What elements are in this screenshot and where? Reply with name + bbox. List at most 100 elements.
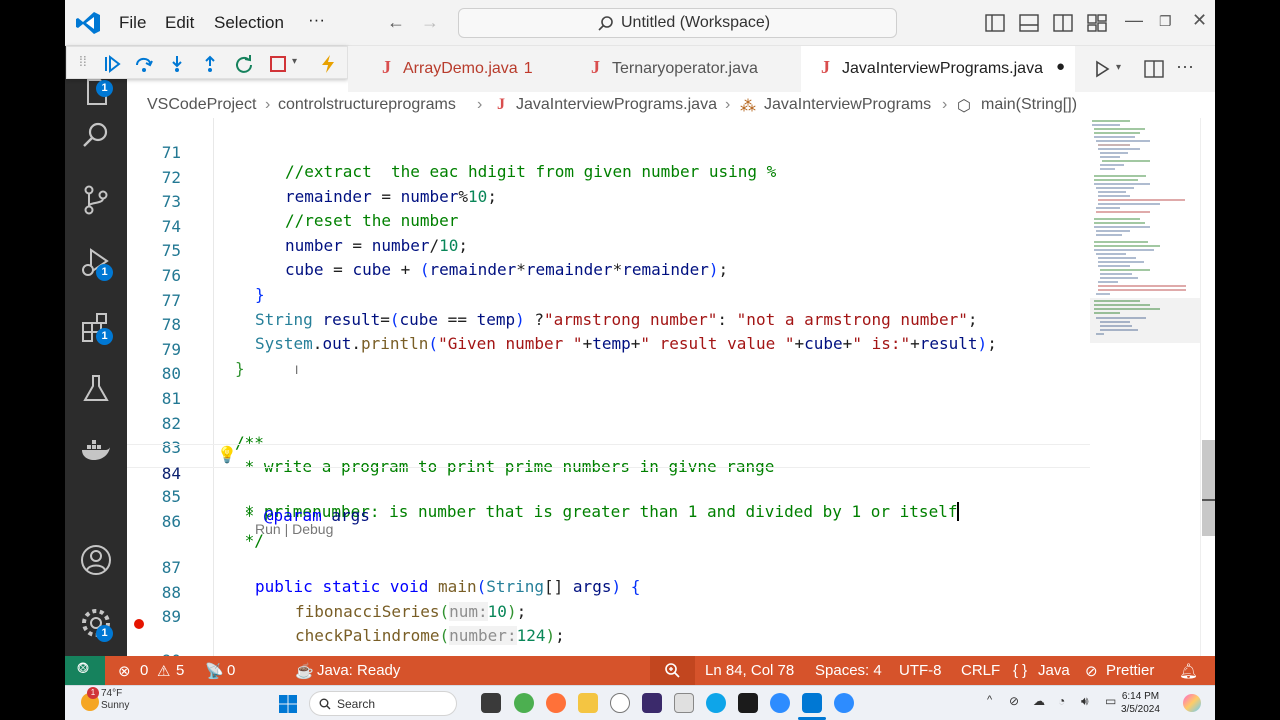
split-editor-icon[interactable] <box>1144 59 1164 79</box>
run-java-icon[interactable] <box>1093 60 1111 78</box>
error-icon[interactable]: ⊗ <box>118 662 131 680</box>
command-center-search[interactable]: Untitled (Workspace) <box>458 8 897 38</box>
code-line: 86 */ <box>161 512 264 550</box>
restart-icon[interactable] <box>234 54 254 74</box>
file-explorer-icon[interactable] <box>578 693 598 713</box>
battery-icon[interactable]: ▭ <box>1105 694 1116 708</box>
java-status[interactable]: Java: Ready <box>317 662 400 679</box>
breakpoint-icon[interactable] <box>134 618 144 629</box>
breadcrumb-item[interactable]: controlstructureprograms <box>278 96 456 114</box>
app-icon[interactable] <box>642 693 662 713</box>
minimap[interactable] <box>1090 118 1200 656</box>
continue-icon[interactable] <box>102 54 122 74</box>
menu-more[interactable]: ··· <box>308 10 325 30</box>
vscode-taskbar-icon[interactable] <box>802 693 822 713</box>
encoding[interactable]: UTF-8 <box>899 662 942 679</box>
indentation[interactable]: Spaces: 4 <box>815 662 882 679</box>
dell-icon[interactable] <box>610 693 630 713</box>
menu-edit[interactable]: Edit <box>165 13 194 33</box>
warning-icon[interactable]: ⚠ <box>157 662 170 680</box>
weather-widget[interactable]: 74°F Sunny <box>101 688 129 712</box>
windows-start-icon[interactable] <box>278 694 298 714</box>
code-line: 81 <box>161 389 181 408</box>
back-arrow-icon[interactable]: ← <box>387 12 405 32</box>
step-out-icon[interactable] <box>200 54 220 74</box>
stop-icon[interactable] <box>268 54 288 74</box>
code-line: 78 System.out.println("Given number "+te… <box>161 315 997 354</box>
ports-count[interactable]: 0 <box>227 662 235 679</box>
tab-javainterviewprograms[interactable]: J JavaInterviewPrograms.java ● <box>801 46 1075 92</box>
tray-icon[interactable]: ☁ <box>1033 694 1045 708</box>
menu-file[interactable]: File <box>119 13 146 33</box>
remote-indicator[interactable]: ⨷ <box>65 656 105 685</box>
cursor-position[interactable]: Ln 84, Col 78 <box>705 662 794 679</box>
forward-arrow-icon[interactable]: → <box>421 12 439 32</box>
volume-icon[interactable]: 🔊︎ <box>1081 694 1089 709</box>
code-line: 88 fibonacciSeries(num:10); <box>161 582 527 621</box>
hot-code-replace-icon[interactable] <box>318 54 338 74</box>
search-icon[interactable] <box>79 119 113 153</box>
scrollbar-thumb[interactable] <box>1202 440 1215 536</box>
letterbox-left <box>0 0 65 720</box>
codelens-run-debug[interactable]: Run | Debug <box>255 521 333 537</box>
prettier-status[interactable]: Prettier <box>1106 662 1154 679</box>
toggle-sidebar-icon[interactable] <box>985 13 1005 33</box>
code-line: 71 //extract the eac hdigit from given n… <box>161 143 777 181</box>
step-over-icon[interactable] <box>134 54 154 74</box>
problem-count: 1 <box>523 60 533 77</box>
code-line: 91 } <box>127 637 1090 656</box>
tab-label: JavaInterviewPrograms.java <box>842 60 1043 77</box>
zoom-app-icon[interactable] <box>834 693 854 713</box>
customize-layout-icon[interactable] <box>1087 13 1107 33</box>
app-icon[interactable] <box>674 693 694 713</box>
unsaved-dot-icon[interactable]: ● <box>1056 58 1065 75</box>
toggle-secondary-sidebar-icon[interactable] <box>1053 13 1073 33</box>
source-control-icon[interactable] <box>79 183 113 217</box>
accounts-icon[interactable] <box>79 543 113 577</box>
edge-icon[interactable] <box>706 693 726 713</box>
toggle-panel-icon[interactable] <box>1019 13 1039 33</box>
zoom-app-icon[interactable] <box>770 693 790 713</box>
more-actions-icon[interactable]: ··· <box>1176 56 1194 77</box>
editor-scrollbar[interactable] <box>1200 118 1215 656</box>
language-mode[interactable]: Java <box>1038 662 1070 679</box>
chrome-icon[interactable] <box>514 693 534 713</box>
chevron-down-icon[interactable]: ▾ <box>292 56 297 67</box>
close-icon[interactable]: ✕ <box>1192 10 1207 30</box>
zoom-indicator[interactable] <box>650 656 695 685</box>
settings-badge: 1 <box>96 625 113 642</box>
breadcrumb-item[interactable]: VSCodeProject <box>147 96 256 114</box>
notifications-bell-icon[interactable]: 🔔︎ <box>1179 662 1198 680</box>
testing-flask-icon[interactable] <box>79 372 113 406</box>
breadcrumb-item[interactable]: JavaInterviewPrograms <box>764 96 931 114</box>
lightbulb-icon[interactable]: 💡 <box>217 445 237 464</box>
code-editor[interactable]: 71 //extract the eac hdigit from given n… <box>127 118 1090 656</box>
taskbar-search[interactable]: Search <box>309 691 457 716</box>
chevron-up-icon[interactable]: ^ <box>987 694 992 706</box>
tray-icon[interactable]: ⊘ <box>1009 694 1019 708</box>
breadcrumb-item[interactable]: JavaInterviewPrograms.java <box>516 96 717 114</box>
menu-selection[interactable]: Selection <box>214 13 284 33</box>
app-icon[interactable] <box>738 693 758 713</box>
wifi-icon[interactable]: ◔ <box>1058 694 1065 708</box>
code-line: 87 public static void main(String[] args… <box>161 558 641 596</box>
step-into-icon[interactable] <box>167 54 187 74</box>
firefox-icon[interactable] <box>546 693 566 713</box>
docker-icon[interactable] <box>79 434 113 468</box>
tab-ternaryoperator[interactable]: J Ternaryoperator.java <box>562 46 801 92</box>
breadcrumb-item[interactable]: main(String[]) <box>981 96 1077 114</box>
ports-icon[interactable]: 📡 <box>205 662 224 680</box>
tab-arraydemo[interactable]: J ArrayDemo.java 1 <box>348 46 562 92</box>
copilot-icon[interactable] <box>1183 694 1201 712</box>
activity-bar: 1 1 1 1 <box>65 46 127 656</box>
minimize-icon[interactable]: — <box>1125 10 1143 30</box>
drag-handle-icon[interactable]: ⁞⁞ <box>79 53 87 69</box>
clock-time: 6:14 PM <box>1121 691 1160 702</box>
error-count[interactable]: 0 <box>140 662 148 679</box>
restore-icon[interactable]: ❐ <box>1159 11 1172 31</box>
warning-count[interactable]: 5 <box>176 662 184 679</box>
task-view-icon[interactable] <box>481 693 501 713</box>
system-clock[interactable]: 6:14 PM 3/5/2024 <box>1121 690 1160 716</box>
line-ending[interactable]: CRLF <box>961 662 1000 679</box>
chevron-down-icon[interactable]: ▾ <box>1116 62 1121 73</box>
